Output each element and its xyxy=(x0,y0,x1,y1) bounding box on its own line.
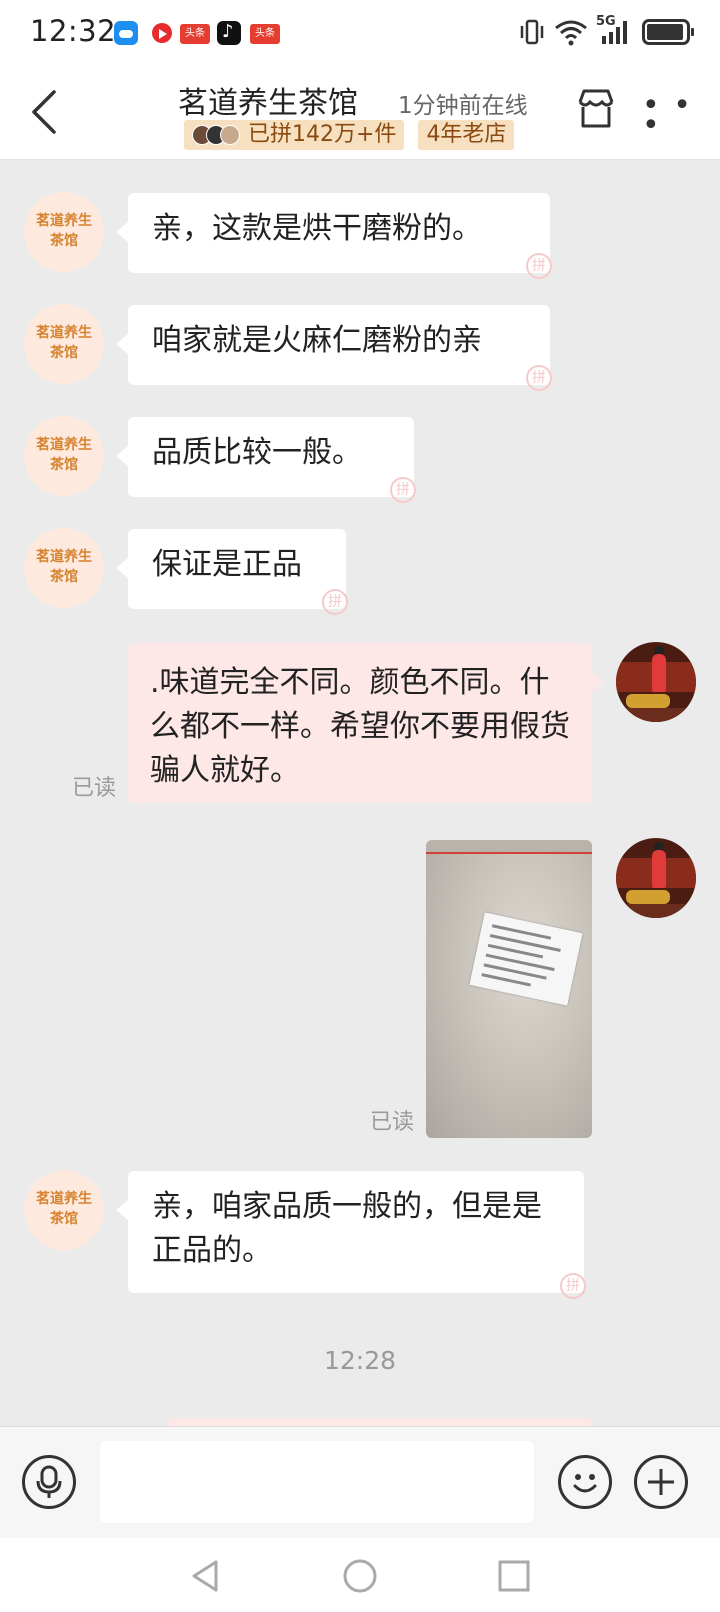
shop-name[interactable]: 茗道养生茶馆 xyxy=(178,78,358,122)
pin-watermark-icon: 拼 xyxy=(322,589,348,615)
shop-avatar[interactable]: 茗道养生 茶馆 xyxy=(24,192,104,272)
plus-icon xyxy=(648,1469,674,1495)
add-button[interactable] xyxy=(634,1455,688,1509)
message-text: 品质比较一般。 xyxy=(152,435,362,470)
nav-back-icon[interactable] xyxy=(188,1558,224,1594)
message-text: 保证是正品 xyxy=(152,547,302,582)
sold-count-badge: 已拼142万+件 xyxy=(184,120,405,150)
user-avatar[interactable] xyxy=(616,642,696,722)
incoming-message: 保证是正品 拼 xyxy=(116,529,348,615)
online-status: 1分钟前在线 xyxy=(398,93,528,119)
status-bar: 12:32 头条 头条 5G xyxy=(0,0,720,66)
more-options-icon[interactable]: • • • xyxy=(642,91,720,141)
outgoing-message-partial xyxy=(168,1418,592,1426)
back-arrow-icon[interactable] xyxy=(24,84,72,140)
chat-header: 茗道养生茶馆 1分钟前在线 已拼142万+件 4年老店 • • • xyxy=(0,66,720,160)
sold-count-label: 已拼142万+件 xyxy=(248,122,397,147)
shop-avatar[interactable]: 茗道养生 茶馆 xyxy=(24,1170,104,1250)
shop-avatar[interactable]: 茗道养生 茶馆 xyxy=(24,416,104,496)
message-text: .味道完全不同。颜色不同。什么都不一样。希望你不要用假货骗人就好。 xyxy=(150,665,570,788)
wifi-icon xyxy=(555,20,587,46)
signal-icon: 5G xyxy=(596,14,634,46)
toutiao-icon: 头条 xyxy=(250,24,280,44)
message-text: 亲，这款是烘干磨粉的。 xyxy=(152,211,482,246)
read-status: 已读 xyxy=(72,776,117,801)
vibrate-icon xyxy=(520,19,544,45)
store-icon[interactable] xyxy=(574,86,618,130)
incoming-message: 亲，咱家品质一般的，但是是正品的。 拼 xyxy=(116,1171,586,1299)
pin-watermark-icon: 拼 xyxy=(526,365,552,391)
input-bar xyxy=(0,1426,720,1538)
status-time: 12:32 xyxy=(30,14,117,48)
pin-watermark-icon: 拼 xyxy=(560,1273,586,1299)
weather-icon xyxy=(114,21,138,45)
message-text: 亲，咱家品质一般的，但是是正品的。 xyxy=(152,1189,542,1268)
shop-avatar[interactable]: 茗道养生 茶馆 xyxy=(24,304,104,384)
read-status: 已读 xyxy=(370,1110,415,1135)
pin-watermark-icon: 拼 xyxy=(526,253,552,279)
voice-button[interactable] xyxy=(22,1455,76,1509)
emoji-button[interactable] xyxy=(558,1455,612,1509)
incoming-message: 亲，这款是烘干磨粉的。 拼 xyxy=(116,193,552,279)
buyer-avatars xyxy=(192,125,244,145)
status-indicators: 5G xyxy=(518,14,694,46)
system-nav-bar xyxy=(0,1538,720,1612)
outgoing-message: .味道完全不同。颜色不同。什么都不一样。希望你不要用假货骗人就好。 xyxy=(128,643,604,803)
microphone-icon xyxy=(36,1465,62,1498)
nav-recents-icon[interactable] xyxy=(496,1558,532,1594)
tiktok-icon xyxy=(217,21,241,45)
user-avatar[interactable] xyxy=(616,838,696,918)
battery-icon xyxy=(642,19,694,45)
nav-home-icon[interactable] xyxy=(342,1558,378,1594)
store-age-badge: 4年老店 xyxy=(418,120,515,150)
pin-watermark-icon: 拼 xyxy=(390,477,416,503)
time-separator: 12:28 xyxy=(323,1346,397,1375)
video-icon xyxy=(150,21,174,45)
toutiao-icon: 头条 xyxy=(180,24,210,44)
shop-avatar[interactable]: 茗道养生 茶馆 xyxy=(24,528,104,608)
sent-photo[interactable] xyxy=(426,840,592,1138)
incoming-message: 咱家就是火麻仁磨粉的亲 拼 xyxy=(116,305,552,391)
product-label-sticker xyxy=(469,912,583,1006)
shop-badges: 已拼142万+件 4年老店 xyxy=(184,120,515,150)
message-input[interactable] xyxy=(100,1441,534,1523)
message-text: 咱家就是火麻仁磨粉的亲 xyxy=(152,323,482,358)
incoming-message: 品质比较一般。 拼 xyxy=(116,417,416,503)
smiley-icon xyxy=(573,1474,597,1493)
